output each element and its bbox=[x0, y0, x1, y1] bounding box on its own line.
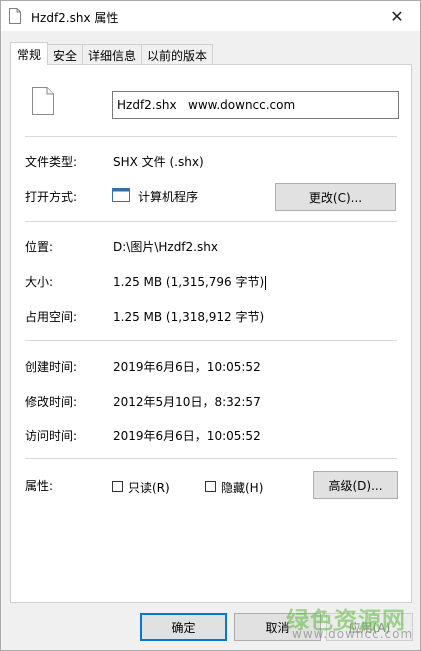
modified-label: 修改时间: bbox=[25, 395, 78, 409]
file-icon bbox=[9, 8, 21, 24]
general-panel: 文件类型: SHX 文件 (.shx) 打开方式: 计算机程序 更改(C)...… bbox=[10, 64, 412, 603]
close-icon: ✕ bbox=[390, 6, 404, 26]
ok-button[interactable]: 确定 bbox=[140, 613, 227, 641]
change-button[interactable]: 更改(C)... bbox=[275, 183, 396, 211]
divider bbox=[25, 458, 397, 459]
open-with-value: 计算机程序 bbox=[138, 190, 199, 204]
advanced-button[interactable]: 高级(D)... bbox=[313, 471, 398, 499]
readonly-checkbox[interactable] bbox=[112, 481, 123, 492]
size-label: 大小: bbox=[25, 275, 54, 289]
application-icon bbox=[112, 188, 130, 202]
file-type-label: 文件类型: bbox=[25, 155, 78, 169]
open-with-label: 打开方式: bbox=[25, 190, 78, 204]
divider bbox=[25, 221, 397, 222]
size-value-wrap: 1.25 MB (1,315,796 字节) bbox=[113, 273, 267, 290]
tab-details[interactable]: 详细信息 bbox=[82, 44, 143, 65]
tab-general[interactable]: 常规 bbox=[10, 42, 49, 65]
size-on-disk-label: 占用空间: bbox=[25, 310, 78, 324]
close-button[interactable]: ✕ bbox=[374, 1, 420, 31]
modified-value: 2012年5月10日，8:32:57 bbox=[113, 395, 261, 409]
text-caret bbox=[265, 275, 267, 290]
file-name-input[interactable] bbox=[112, 91, 399, 119]
properties-dialog: Hzdf2.shx 属性 ✕ 常规 安全 详细信息 以前的版本 文件类型: SH… bbox=[0, 0, 421, 651]
apply-button[interactable]: 应用(A) bbox=[326, 613, 413, 641]
attributes-label: 属性: bbox=[25, 479, 54, 493]
file-type-value: SHX 文件 (.shx) bbox=[113, 155, 204, 169]
readonly-label[interactable]: 只读(R) bbox=[128, 479, 170, 496]
document-icon bbox=[32, 87, 54, 115]
divider bbox=[25, 136, 397, 137]
hidden-checkbox[interactable] bbox=[205, 481, 216, 492]
tab-bar: 常规 安全 详细信息 以前的版本 bbox=[10, 42, 214, 65]
location-label: 位置: bbox=[25, 240, 54, 254]
window-title: Hzdf2.shx 属性 bbox=[31, 11, 119, 25]
title-bar: Hzdf2.shx 属性 ✕ bbox=[1, 1, 420, 31]
size-value: 1.25 MB (1,315,796 字节) bbox=[113, 275, 265, 289]
created-value: 2019年6月6日，10:05:52 bbox=[113, 360, 261, 374]
accessed-value: 2019年6月6日，10:05:52 bbox=[113, 429, 261, 443]
tab-security[interactable]: 安全 bbox=[47, 44, 84, 65]
created-label: 创建时间: bbox=[25, 360, 78, 374]
divider bbox=[25, 340, 397, 341]
tab-previous-versions[interactable]: 以前的版本 bbox=[141, 44, 214, 65]
cancel-button[interactable]: 取消 bbox=[234, 613, 321, 641]
hidden-label[interactable]: 隐藏(H) bbox=[221, 479, 263, 496]
accessed-label: 访问时间: bbox=[25, 429, 78, 443]
location-value: D:\图片\Hzdf2.shx bbox=[113, 240, 218, 254]
size-on-disk-value: 1.25 MB (1,318,912 字节) bbox=[113, 310, 265, 324]
